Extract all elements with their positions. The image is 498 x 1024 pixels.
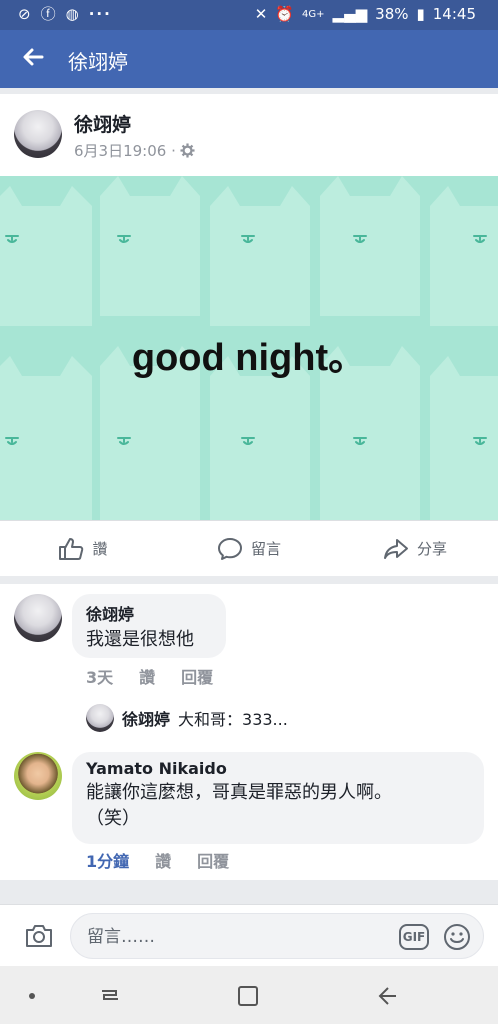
comment-meta: 1分鐘 讚 回覆: [86, 848, 229, 872]
comment-text: 我還是很想他: [86, 629, 194, 650]
network-type: 4G+: [302, 8, 325, 20]
status-bar: ⊘ ⓕ ◍ ··· ✕ ⏰ 4G+ ▂▄▆ 38% ▮ 14:45: [0, 0, 498, 30]
back-arrow-icon[interactable]: [20, 44, 50, 74]
avatar: [86, 704, 114, 732]
dot-icon: [29, 993, 35, 999]
comment-author[interactable]: Yamato Nikaido: [86, 759, 470, 778]
facebook-icon: ⓕ: [40, 5, 56, 23]
battery-icon: ▮: [416, 5, 425, 23]
comment-input-bar: GIF: [0, 904, 498, 966]
comment-time: 1分鐘: [86, 852, 130, 871]
reply-author: 徐翊婷: [122, 710, 171, 729]
home-icon[interactable]: [234, 982, 262, 1010]
avatar[interactable]: [14, 594, 62, 642]
reply-preview[interactable]: 徐翊婷 大和哥：333...: [86, 704, 288, 732]
notification-icon: ⊘: [18, 5, 31, 23]
comment-icon: [217, 537, 242, 560]
camera-icon[interactable]: [24, 923, 54, 949]
comment-meta: 3天 讚 回覆: [86, 664, 213, 688]
gif-button[interactable]: GIF: [399, 924, 429, 950]
reply-text: 大和哥：333...: [178, 710, 288, 729]
comment-reply-button[interactable]: 回覆: [181, 664, 213, 688]
page-title: 徐翊婷: [68, 50, 128, 74]
post-image[interactable]: good night。: [0, 176, 498, 520]
battery-percent: 38%: [375, 5, 409, 23]
comment-like-button[interactable]: 讚: [139, 664, 155, 688]
post-author[interactable]: 徐翊婷: [74, 110, 131, 137]
post-action-bar: 讚 留言 分享: [0, 520, 498, 576]
system-nav-bar: [0, 966, 498, 1024]
app-bar: 徐翊婷: [0, 30, 498, 88]
comment-author[interactable]: 徐翊婷: [86, 601, 212, 625]
post-timestamp: 6月3日19:06 ·: [74, 140, 195, 161]
comment-input[interactable]: [87, 924, 387, 950]
comment-text-line1: 能讓你這麼想，哥真是罪惡的男人啊。: [86, 782, 392, 803]
mute-icon: ✕: [254, 5, 268, 23]
post-image-text: good night。: [131, 337, 367, 379]
sticker-icon[interactable]: [443, 923, 471, 951]
signal-icon: ▂▄▆: [332, 5, 368, 23]
comment-time: 3天: [86, 668, 114, 687]
like-label: 讚: [92, 540, 108, 558]
privacy-gear-icon: [180, 143, 195, 158]
messenger-icon: ◍: [65, 5, 79, 23]
comment-like-button[interactable]: 讚: [155, 848, 171, 872]
like-button[interactable]: 讚: [0, 521, 166, 576]
comment-bubble[interactable]: 徐翊婷 我還是很想他: [72, 594, 226, 658]
recent-apps-icon[interactable]: [96, 982, 124, 1010]
share-label: 分享: [416, 540, 447, 558]
like-icon: [59, 537, 84, 560]
more-notifications-icon: ···: [88, 5, 112, 23]
post-time-text: 6月3日19:06 ·: [74, 142, 176, 160]
avatar[interactable]: [14, 110, 62, 158]
comment-text-line2: （笑）: [86, 808, 140, 829]
comment-button[interactable]: 留言: [166, 521, 332, 576]
post-card: 徐翊婷 6月3日19:06 · good night。 讚 留言 分享: [0, 94, 498, 576]
comment-input-container: GIF: [70, 913, 484, 959]
avatar[interactable]: [14, 752, 62, 800]
alarm-icon: ⏰: [275, 5, 295, 23]
back-icon[interactable]: [374, 982, 402, 1010]
comment-bubble[interactable]: Yamato Nikaido 能讓你這麼想，哥真是罪惡的男人啊。 （笑）: [72, 752, 484, 844]
comment-label: 留言: [250, 540, 281, 558]
clock: 14:45: [432, 5, 476, 23]
comment-reply-button[interactable]: 回覆: [197, 848, 229, 872]
share-button[interactable]: 分享: [332, 521, 498, 576]
share-icon: [383, 538, 408, 559]
comments-section: 徐翊婷 我還是很想他 3天 讚 回覆 徐翊婷 大和哥：333... Yamato…: [0, 584, 498, 880]
